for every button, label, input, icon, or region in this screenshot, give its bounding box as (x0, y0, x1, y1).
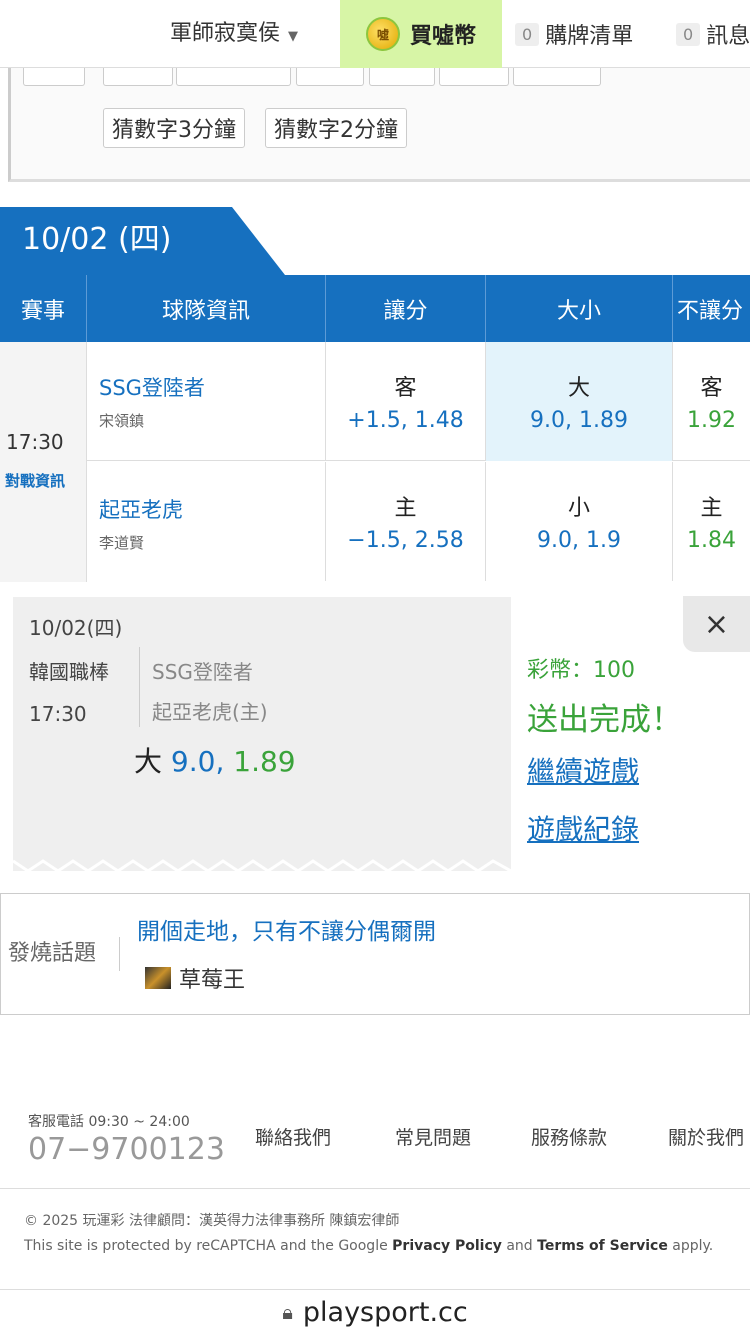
apply-text: apply. (667, 1238, 714, 1254)
home-pitcher: 李道賢 (99, 534, 145, 552)
game-time: 17:30 (6, 430, 64, 454)
home-ml-label: 主 (700, 496, 723, 521)
author-name: 草莓王 (179, 968, 246, 993)
continue-game-link[interactable]: 繼續遊戲 (527, 750, 639, 790)
bet-status: 送出完成！ (527, 702, 682, 738)
cart-count-badge: 0 (515, 22, 540, 46)
matchup-info-link[interactable]: 對戰資訊 (5, 470, 65, 491)
footer-about-link[interactable]: 關於我們 (668, 1123, 744, 1150)
footer-contact-link[interactable]: 聯絡我們 (255, 1123, 331, 1150)
date-tab: 10/02 (四) (0, 207, 285, 275)
home-total-odds[interactable]: 小 9.0, 1.9 (486, 462, 673, 581)
home-team-name[interactable]: 起亞老虎 (99, 494, 183, 524)
buy-coins-label: 買噓幣 (409, 24, 476, 49)
header-event: 賽事 (0, 275, 87, 342)
bet-pick: 大 9.0, 1.89 (134, 740, 296, 780)
service-hours: 客服電話 09:30 ~ 24:00 (28, 1114, 190, 1130)
header-total: 大小 (486, 275, 673, 342)
home-ml-value: 1.84 (687, 528, 736, 553)
away-total-odds[interactable]: 大 9.0, 1.89 (486, 342, 673, 461)
under-label: 小 (567, 496, 590, 521)
user-name: 軍師寂寞侯 (170, 21, 281, 46)
bet-league: 韓國職棒 (29, 660, 109, 684)
under-value: 9.0, 1.9 (537, 528, 621, 553)
header-moneyline: 不讓分 (677, 298, 744, 324)
close-button[interactable]: × (683, 596, 750, 652)
browser-address-bar[interactable]: 🔒︎ playsport.cc (0, 1289, 750, 1334)
user-menu[interactable]: 軍師寂寞侯 ▼ (170, 0, 298, 68)
privacy-policy-link[interactable]: Privacy Policy (392, 1238, 502, 1254)
hot-topic-title[interactable]: 開個走地，只有不讓分偶爾開 (137, 912, 436, 946)
lock-icon: 🔒︎ (282, 1300, 293, 1324)
away-spread-value: +1.5, 1.48 (347, 408, 464, 433)
home-spread-value: −1.5, 2.58 (347, 528, 464, 553)
table-row-home: 起亞老虎 李道賢 主 −1.5, 2.58 小 9.0, 1.9 主 1.84 (87, 462, 750, 581)
coin-icon: 噓 (365, 17, 400, 51)
message-label: 訊息 (706, 24, 750, 49)
bet-date: 10/02(四) (29, 616, 123, 640)
copyright: © 2025 玩運彩 法律顧問：漢英得力法律事務所 陳鎮宏律師 (24, 1213, 400, 1229)
footer-terms-link[interactable]: 服務條款 (531, 1123, 607, 1150)
over-value: 9.0, 1.89 (530, 408, 628, 433)
odds-table-header: 賽事 球隊資訊 讓分 大小 不讓分 (0, 275, 750, 342)
caret-down-icon: ▼ (288, 29, 299, 44)
close-icon: × (703, 606, 730, 642)
game-filter-panel: 其他 猜數字3分鐘 猜數字2分鐘 (8, 50, 750, 182)
service-phone[interactable]: 07−9700123 (28, 1132, 225, 1167)
away-moneyline-odds[interactable]: 客 1.92 (673, 342, 750, 461)
table-row-away: SSG登陸者 宋領鎮 客 +1.5, 1.48 大 9.0, 1.89 客 1.… (87, 342, 750, 461)
footer-faq-link[interactable]: 常見問題 (395, 1123, 471, 1150)
cart-button[interactable]: 0 購牌清單 (515, 0, 633, 68)
cart-label: 購牌清單 (545, 24, 634, 49)
home-team-cell: 起亞老虎 李道賢 (87, 462, 326, 581)
hot-topic-divider (119, 937, 120, 971)
bet-pick-label: 大 (134, 745, 163, 778)
terms-of-service-link[interactable]: Terms of Service (537, 1238, 668, 1254)
header-team-info: 球隊資訊 (87, 275, 326, 342)
away-pitcher: 宋領鎮 (99, 412, 145, 430)
bet-team-away: SSG登陸者 (152, 660, 253, 684)
top-nav: 軍師寂寞侯 ▼ 噓 買噓幣 0 購牌清單 0 訊息 (0, 0, 750, 68)
bet-divider (139, 647, 140, 727)
site-domain: playsport.cc (302, 1296, 468, 1328)
away-spread-odds[interactable]: 客 +1.5, 1.48 (326, 342, 486, 461)
author-avatar (145, 967, 171, 989)
home-spread-odds[interactable]: 主 −1.5, 2.58 (326, 462, 486, 581)
home-moneyline-odds[interactable]: 主 1.84 (673, 462, 750, 581)
buy-coins-button[interactable]: 噓 買噓幣 (340, 0, 502, 68)
recaptcha-notice: This site is protected by reCAPTCHA and … (24, 1238, 713, 1254)
bet-coins: 彩幣：100 (527, 658, 635, 683)
hot-topic-label: 發燒話題 (8, 941, 97, 966)
over-label: 大 (567, 376, 590, 401)
filter-guess-3min[interactable]: 猜數字3分鐘 (103, 108, 245, 148)
away-team-cell: SSG登陸者 宋領鎮 (87, 342, 326, 461)
footer-divider (0, 1188, 750, 1189)
away-spread-label: 客 (394, 376, 417, 401)
and-text: and (501, 1238, 538, 1254)
bet-time: 17:30 (29, 702, 87, 726)
recaptcha-text: This site is protected by reCAPTCHA and … (24, 1238, 393, 1254)
header-spread: 讓分 (326, 275, 486, 342)
zigzag-edge (13, 859, 511, 871)
away-team-name[interactable]: SSG登陸者 (99, 372, 205, 402)
filter-guess-2min[interactable]: 猜數字2分鐘 (265, 108, 407, 148)
message-count-badge: 0 (676, 22, 701, 46)
bet-team-home: 起亞老虎(主) (152, 700, 268, 724)
hot-topic-author[interactable]: 草莓王 (145, 962, 245, 994)
away-ml-value: 1.92 (687, 408, 736, 433)
bet-pick-odds: 1.89 (233, 745, 296, 778)
bet-pick-line: 9.0, (170, 745, 225, 778)
away-ml-label: 客 (700, 376, 723, 401)
game-time-cell: 17:30 對戰資訊 (0, 342, 87, 582)
message-button[interactable]: 0 訊息 (676, 0, 750, 68)
home-spread-label: 主 (394, 496, 417, 521)
game-record-link[interactable]: 遊戲紀錄 (527, 808, 639, 848)
